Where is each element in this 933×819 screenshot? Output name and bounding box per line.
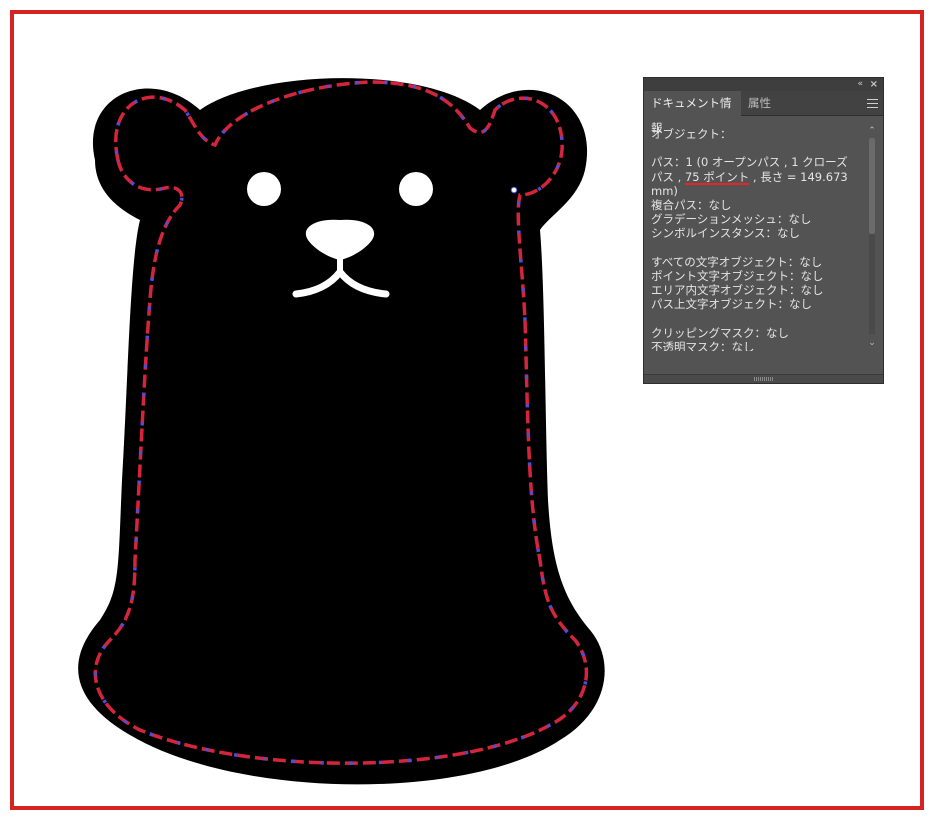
all-text-objects-info: すべての文字オブジェクト：なし — [651, 254, 823, 269]
bear-left-eye — [247, 172, 281, 206]
area-text-objects-info: エリア内文字オブジェクト：なし — [651, 283, 824, 298]
bear-offset-outline — [78, 78, 605, 785]
point-text-objects-info: ポイント文字オブジェクト：なし — [651, 269, 824, 283]
scroll-down-icon[interactable]: ⌄ — [867, 338, 877, 348]
gradient-mesh-info: グラデーションメッシュ：なし — [651, 212, 812, 227]
path-detail-prefix: パス , — [651, 169, 685, 184]
scroll-up-icon[interactable]: ⌃ — [867, 126, 877, 136]
document-info-content: オブジェクト： パス：1 (0 オープンパス , 1 クローズ パス , 75 … — [651, 127, 867, 351]
path-detail-line: パス , 75 ポイント , 長さ = 149.673 — [651, 170, 867, 184]
compound-path-info: 複合パス：なし — [651, 198, 732, 212]
symbol-instance-info: シンボルインスタンス：なし — [651, 226, 801, 241]
panel-scrollbar[interactable]: ⌃ ⌄ — [867, 126, 877, 348]
tab-document-info[interactable]: ドキュメント情報 — [644, 91, 741, 135]
panel-menu-icon[interactable] — [867, 99, 878, 108]
objects-heading: オブジェクト： — [651, 127, 732, 141]
panel-titlebar[interactable]: « × — [644, 78, 883, 91]
close-panel-icon[interactable]: × — [870, 78, 878, 91]
path-length: , 長さ = 149.673 — [749, 169, 848, 184]
opacity-mask-info: 不透明マスク：なし — [651, 340, 755, 351]
panel-resize-grip[interactable] — [754, 377, 774, 381]
path-length-unit: mm) — [651, 183, 678, 198]
selected-anchor-point[interactable] — [510, 186, 518, 194]
path-text-objects-info: パス上文字オブジェクト：なし — [651, 297, 812, 312]
anchor-point-count: 75 ポイント — [684, 169, 750, 184]
scroll-track[interactable] — [869, 138, 875, 334]
panel-tab-bar: ドキュメント情報 属性 — [644, 91, 883, 135]
document-info-panel: « × ドキュメント情報 属性 オブジェクト： パス：1 (0 オープンパス ,… — [643, 77, 884, 384]
tab-attributes[interactable]: 属性 — [741, 91, 778, 116]
panel-footer — [644, 374, 883, 383]
clipping-mask-info: クリッピングマスク：なし — [651, 325, 789, 340]
bear-right-eye — [399, 172, 433, 206]
scroll-thumb[interactable] — [869, 138, 875, 234]
collapse-panel-icon[interactable]: « — [857, 78, 863, 91]
path-count-line: パス：1 (0 オープンパス , 1 クローズ — [651, 155, 848, 170]
